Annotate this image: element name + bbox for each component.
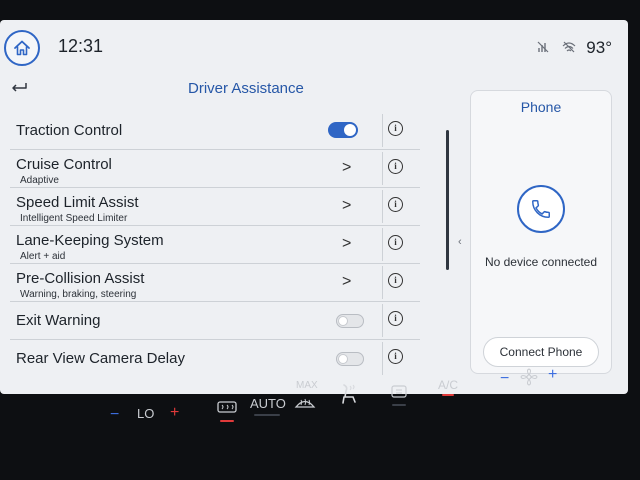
left-temp-value: LO <box>137 406 155 421</box>
indicator <box>220 420 234 422</box>
setting-sublabel: Alert + aid <box>20 251 66 262</box>
setting-label: Lane-Keeping System <box>16 232 164 249</box>
phone-button[interactable] <box>517 185 565 233</box>
exit-warning-toggle[interactable] <box>336 314 364 328</box>
status-icons <box>536 40 576 54</box>
back-button[interactable] <box>10 80 28 99</box>
setting-row-exit-warning[interactable]: Exit Warning i <box>10 302 420 340</box>
setting-label: Cruise Control <box>16 156 112 173</box>
chevron-right-icon: > <box>342 235 352 252</box>
clock: 12:31 <box>58 36 104 56</box>
home-button[interactable] <box>4 30 40 66</box>
setting-label: Exit Warning <box>16 312 101 329</box>
setting-row-cruise-control[interactable]: Cruise Control Adaptive > i <box>10 150 420 188</box>
divider <box>382 114 383 147</box>
setting-sublabel: Warning, braking, steering <box>20 289 137 300</box>
fan-speed-up-button[interactable]: + <box>548 366 557 384</box>
divider <box>382 266 383 299</box>
info-icon[interactable]: i <box>388 197 403 212</box>
phone-connection-status: No device connected <box>484 255 598 269</box>
ac-button[interactable]: A/C <box>438 378 458 392</box>
scrollbar[interactable] <box>446 130 449 270</box>
info-icon[interactable]: i <box>388 349 403 364</box>
rear-defrost-icon <box>217 401 237 413</box>
chevron-right-icon: > <box>342 197 352 214</box>
fan-speed-button <box>520 368 538 389</box>
seat-ventilation-icon <box>391 385 407 398</box>
traction-control-toggle[interactable] <box>328 122 358 138</box>
climate-control-bar: − LO + AUTO MAX A/C − + <box>0 366 640 480</box>
no-signal-icon <box>537 41 549 53</box>
settings-list: Traction Control i Cruise Control Adapti… <box>10 112 420 377</box>
setting-row-rear-view-camera-delay[interactable]: Rear View Camera Delay i <box>10 340 420 377</box>
info-icon[interactable]: i <box>388 121 403 136</box>
divider <box>382 342 383 375</box>
info-icon[interactable]: i <box>388 311 403 326</box>
home-icon <box>14 40 30 56</box>
setting-label: Pre-Collision Assist <box>16 270 145 287</box>
connect-phone-button[interactable]: Connect Phone <box>483 337 599 367</box>
seat-ventilation-button[interactable] <box>390 384 408 403</box>
divider <box>382 304 383 337</box>
max-defrost-button[interactable] <box>294 394 316 413</box>
phone-panel-title: Phone <box>520 99 562 115</box>
indicator <box>392 404 406 406</box>
divider <box>382 152 383 185</box>
left-temp-up-button[interactable]: + <box>170 404 179 422</box>
divider <box>382 190 383 223</box>
setting-label: Speed Limit Assist <box>16 194 139 211</box>
chevron-left-icon[interactable]: ‹ <box>458 236 462 248</box>
setting-row-pre-collision-assist[interactable]: Pre-Collision Assist Warning, braking, s… <box>10 264 420 302</box>
divider <box>382 228 383 261</box>
chevron-right-icon: > <box>342 159 352 176</box>
auto-climate-button[interactable]: AUTO <box>250 396 286 411</box>
heated-seat-icon <box>342 384 356 404</box>
setting-sublabel: Adaptive <box>20 175 59 186</box>
setting-sublabel: Intelligent Speed Limiter <box>20 213 128 224</box>
outside-temperature: 93° <box>586 38 612 57</box>
setting-label: Traction Control <box>16 122 123 139</box>
setting-row-speed-limit-assist[interactable]: Speed Limit Assist Intelligent Speed Lim… <box>10 188 420 226</box>
wifi-off-icon <box>562 41 576 53</box>
setting-row-traction-control[interactable]: Traction Control i <box>10 112 420 150</box>
rear-view-camera-delay-toggle[interactable] <box>336 352 364 366</box>
infotainment-screen: 12:31 93° Driver Assistance Traction Con… <box>0 20 628 394</box>
heated-steering-button[interactable] <box>338 382 360 409</box>
setting-label: Rear View Camera Delay <box>16 350 185 367</box>
back-arrow-icon <box>12 83 27 92</box>
fan-icon <box>520 368 538 386</box>
setting-row-lane-keeping-system[interactable]: Lane-Keeping System Alert + aid > i <box>10 226 420 264</box>
page-title: Driver Assistance <box>188 80 304 97</box>
front-defrost-icon <box>294 398 316 408</box>
rear-defrost-button[interactable] <box>216 400 238 419</box>
indicator <box>442 394 454 396</box>
info-icon[interactable]: i <box>388 273 403 288</box>
indicator <box>254 414 280 416</box>
phone-panel: Phone No device connected Connect Phone <box>470 90 612 374</box>
fan-speed-down-button[interactable]: − <box>500 370 509 388</box>
info-icon[interactable]: i <box>388 235 403 250</box>
left-temp-down-button[interactable]: − <box>110 406 119 424</box>
info-icon[interactable]: i <box>388 159 403 174</box>
chevron-right-icon: > <box>342 273 352 290</box>
max-defrost-label: MAX <box>296 380 318 391</box>
phone-icon <box>532 200 550 218</box>
